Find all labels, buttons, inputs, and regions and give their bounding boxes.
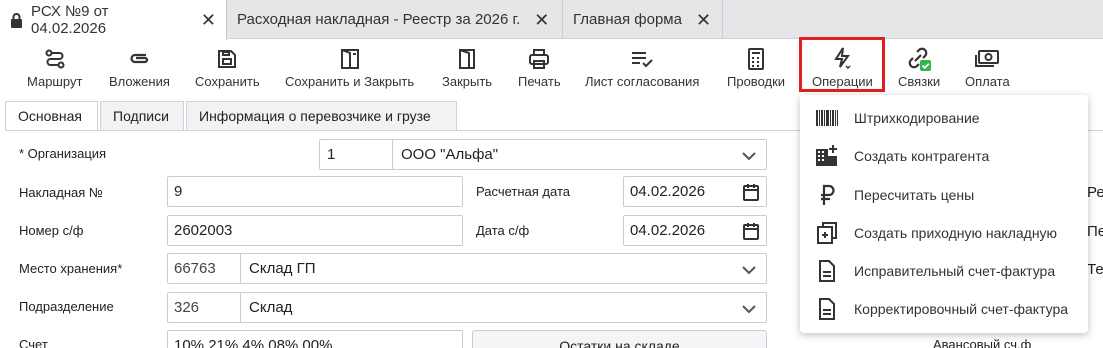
tab-label: Главная форма: [573, 11, 682, 28]
save-close-label: Сохранить и Закрыть: [285, 74, 415, 89]
sf-date-value: 04.02.2026: [630, 222, 706, 239]
account-label: Счет: [19, 337, 48, 348]
org-code: 1: [320, 140, 393, 169]
clipped-field-text: Ре: [1087, 184, 1103, 201]
operations-highlight-frame: [799, 37, 885, 92]
tab-label: Расходная накладная - Реестр за 2026 г.: [237, 11, 521, 28]
close-label: Закрыть: [442, 74, 493, 89]
menu-item-label: Корректировочный счет-фактура: [854, 301, 1069, 317]
menu-item-label: Создать приходную накладную: [854, 225, 1058, 241]
invoice-number-field[interactable]: 9: [167, 176, 463, 207]
menu-item-adjustment-invoice[interactable]: Корректировочный счет-фактура: [800, 290, 1088, 328]
attachments-button[interactable]: Вложения: [109, 46, 170, 89]
tab-label: РСХ №9 от 04.02.2026: [31, 3, 109, 37]
document-icon: [815, 298, 839, 320]
print-button[interactable]: Печать: [518, 46, 561, 89]
tab-rsh-9[interactable]: РСХ №9 от 04.02.2026 ✕: [0, 0, 227, 40]
advance-invoice-label: Авансовый сч.ф: [933, 337, 1032, 348]
save-label: Сохранить: [195, 74, 260, 89]
storage-name: Склад ГП: [249, 260, 316, 277]
links-button[interactable]: Связки: [898, 46, 940, 89]
close-icon[interactable]: ✕: [696, 11, 711, 29]
org-label: * Организация: [19, 146, 107, 161]
approval-label: Лист согласования: [585, 74, 700, 89]
division-code: 326: [168, 293, 241, 322]
sf-number-label: Номер с/ф: [19, 223, 84, 238]
menu-item-label: Создать контрагента: [854, 148, 990, 164]
division-name: Склад: [249, 299, 293, 316]
close-icon[interactable]: ✕: [201, 11, 216, 29]
menu-item-label: Исправительный счет-фактура: [854, 263, 1056, 279]
menu-item-correction-invoice[interactable]: Исправительный счет-фактура: [800, 252, 1088, 290]
calc-date-field[interactable]: 04.02.2026: [623, 176, 767, 207]
tab-main-form[interactable]: Главная форма ✕: [563, 0, 723, 39]
operations-menu: Штрихкодирование Создать контрагента Пер…: [800, 95, 1088, 333]
menu-item-create-receipt[interactable]: Создать приходную накладную: [800, 214, 1088, 252]
menu-item-barcoding[interactable]: Штрихкодирование: [800, 99, 1088, 137]
storage-label: Место хранения*: [19, 261, 123, 276]
tab-main[interactable]: Основная: [5, 101, 98, 131]
postings-button[interactable]: Проводки: [727, 46, 785, 89]
division-select[interactable]: 326 Склад: [167, 292, 767, 323]
close-icon[interactable]: ✕: [534, 11, 549, 29]
division-label: Подразделение: [19, 299, 114, 314]
invoice-number-label: Накладная №: [19, 185, 103, 200]
route-button[interactable]: Маршрут: [27, 46, 82, 89]
building-add-icon: [815, 145, 839, 167]
save-button[interactable]: Сохранить: [195, 46, 260, 89]
chevron-down-icon[interactable]: [742, 262, 756, 279]
document-tabbar: РСХ №9 от 04.02.2026 ✕ Расходная накладн…: [0, 0, 1103, 40]
storage-select[interactable]: 66763 Склад ГП: [167, 253, 767, 284]
calendar-icon[interactable]: [743, 222, 759, 244]
account-field[interactable]: 10% 21% 4% 08% 00%: [167, 330, 463, 348]
org-select[interactable]: 1 ООО "Альфа": [319, 139, 767, 170]
toolbar: Маршрут Вложения Сохранить Сохранить и З…: [0, 40, 1103, 94]
route-label: Маршрут: [27, 74, 83, 89]
door-save-icon: [339, 46, 361, 72]
calc-date-value: 04.02.2026: [630, 183, 706, 200]
stock-balance-button[interactable]: Остатки на складе: [472, 330, 767, 348]
menu-item-create-counterparty[interactable]: Создать контрагента: [800, 137, 1088, 175]
storage-code: 66763: [168, 254, 241, 283]
copy-doc-icon: [815, 221, 839, 245]
document-icon: [815, 260, 839, 282]
chevron-down-icon[interactable]: [742, 301, 756, 318]
approval-sheet-button[interactable]: Лист согласования: [585, 46, 699, 89]
checklist-icon: [630, 46, 654, 72]
print-label: Печать: [518, 74, 561, 89]
payment-label: Оплата: [965, 74, 1010, 89]
ruble-icon: [815, 184, 839, 206]
clipped-field-text: Те: [1087, 261, 1103, 278]
postings-label: Проводки: [727, 74, 786, 89]
menu-item-recalculate-prices[interactable]: Пересчитать цены: [800, 176, 1088, 214]
paperclip-icon: [128, 46, 150, 72]
sf-number-field[interactable]: 2602003: [167, 215, 463, 246]
chevron-down-icon[interactable]: [742, 148, 756, 165]
links-label: Связки: [898, 74, 941, 89]
barcode-icon: [815, 110, 839, 126]
sf-date-field[interactable]: 04.02.2026: [623, 215, 767, 246]
route-icon: [44, 46, 66, 72]
money-icon: [974, 46, 1000, 72]
org-name: ООО "Альфа": [401, 146, 499, 163]
payment-button[interactable]: Оплата: [965, 46, 1010, 89]
tab-signatures[interactable]: Подписи: [100, 101, 184, 131]
calendar-icon[interactable]: [743, 183, 759, 205]
save-icon: [217, 46, 237, 72]
calc-date-label: Расчетная дата: [476, 184, 570, 199]
attachments-label: Вложения: [109, 74, 170, 89]
printer-icon: [528, 46, 550, 72]
close-button[interactable]: Закрыть: [442, 46, 492, 89]
calculator-icon: [747, 46, 765, 72]
save-close-button[interactable]: Сохранить и Закрыть: [285, 46, 414, 89]
menu-item-label: Штрихкодирование: [854, 110, 980, 126]
clipped-field-text: Пе: [1087, 223, 1103, 240]
link-check-icon: [906, 46, 932, 72]
tab-carrier-info[interactable]: Информация о перевозчике и грузе: [186, 101, 457, 131]
door-icon: [457, 46, 477, 72]
menu-item-label: Пересчитать цены: [854, 187, 975, 203]
lock-icon: [10, 12, 23, 28]
sf-date-label: Дата с/ф: [476, 223, 530, 238]
tab-registry[interactable]: Расходная накладная - Реестр за 2026 г. …: [227, 0, 563, 39]
